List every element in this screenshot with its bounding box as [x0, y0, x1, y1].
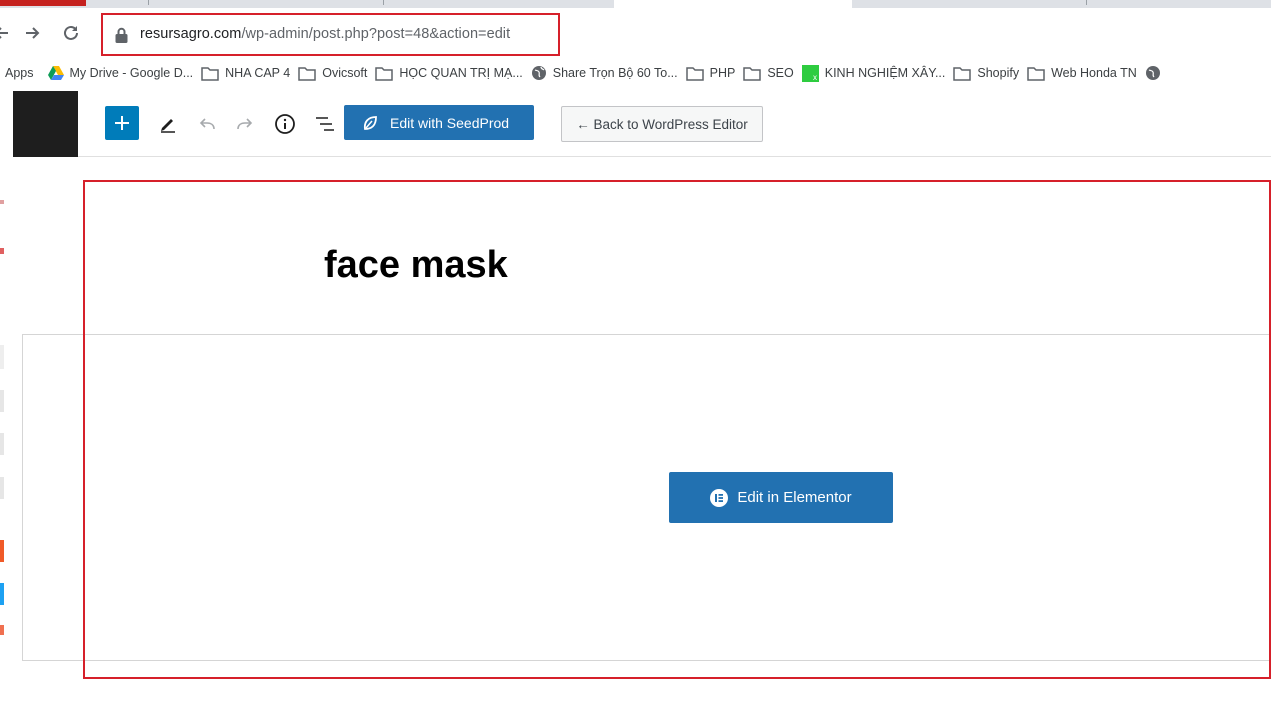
edge-fragment — [0, 477, 4, 499]
edge-fragment — [0, 390, 4, 412]
edge-fragment — [0, 625, 4, 635]
plus-icon — [115, 116, 129, 130]
bookmarks-bar: Apps My Drive - Google D... NHA CAP 4 Ov… — [0, 60, 1271, 86]
elementor-placeholder-panel — [22, 334, 1271, 661]
back-arrow-icon[interactable] — [0, 20, 14, 46]
redo-icon — [237, 118, 253, 130]
list-view-button[interactable] — [313, 112, 337, 136]
undo-icon — [199, 118, 215, 130]
folder-icon — [1027, 66, 1045, 81]
details-button[interactable] — [273, 112, 297, 136]
bookmark-label: Web Honda TN — [1051, 66, 1137, 80]
pencil-icon — [161, 119, 175, 133]
green-square-icon: x — [801, 64, 819, 82]
globe-icon — [1145, 66, 1160, 80]
back-label: ← Back to WordPress Editor — [576, 116, 748, 132]
globe-icon — [531, 66, 546, 80]
elementor-label: Edit in Elementor — [737, 489, 852, 506]
bookmark-share-tron-bo[interactable]: Share Trọn Bộ 60 To... — [531, 60, 678, 86]
bookmark-label: Share Trọn Bộ 60 To... — [552, 66, 678, 80]
info-icon — [275, 114, 295, 134]
folder-icon — [375, 66, 394, 81]
seedprod-label: Edit with SeedProd — [390, 114, 510, 131]
bookmark-label: Apps — [5, 66, 34, 80]
address-bar[interactable]: resursagro.com/wp-admin/post.php?post=48… — [101, 13, 560, 56]
bookmark-kinh-nghiem[interactable]: x KINH NGHIỆM XÂY... — [801, 60, 946, 86]
svg-text:x: x — [813, 73, 817, 82]
google-drive-icon — [47, 66, 64, 80]
redo-button[interactable] — [233, 112, 257, 136]
tab-partial[interactable] — [0, 0, 86, 6]
bookmark-overflow[interactable] — [1145, 60, 1167, 86]
edge-fragment — [0, 433, 4, 455]
edge-fragment — [0, 248, 4, 254]
edit-tools-button[interactable] — [156, 112, 180, 136]
bookmark-label: SEO — [767, 66, 794, 80]
tab-strip — [0, 0, 1271, 8]
add-block-button[interactable] — [105, 106, 139, 140]
bookmark-ovicsoft[interactable]: Ovicsoft — [298, 60, 367, 86]
edge-fragment — [0, 583, 4, 605]
bookmark-hoc-quan-tri[interactable]: HỌC QUAN TRỊ MẠ... — [375, 60, 523, 86]
bookmark-label: Shopify — [977, 66, 1020, 80]
bookmark-label: NHA CAP 4 — [225, 66, 291, 80]
bookmark-php[interactable]: PHP — [685, 60, 736, 86]
seedprod-leaf-icon — [363, 115, 377, 130]
tab-separator — [1086, 0, 1087, 5]
edit-in-elementor-button[interactable]: Edit in Elementor — [669, 472, 893, 523]
bookmark-label: My Drive - Google D... — [69, 66, 194, 80]
bookmark-nha-cap-4[interactable]: NHA CAP 4 — [201, 60, 290, 86]
bookmark-label: KINH NGHIỆM XÂY... — [824, 66, 946, 80]
tab-separator — [148, 0, 149, 5]
browser-toolbar: resursagro.com/wp-admin/post.php?post=48… — [0, 8, 1271, 56]
edit-with-seedprod-button[interactable]: Edit with SeedProd — [344, 105, 534, 140]
post-title[interactable]: face mask — [324, 244, 508, 287]
tab-active[interactable] — [614, 0, 852, 8]
list-view-icon — [316, 117, 334, 131]
edge-fragment — [0, 540, 4, 562]
tab-separator — [383, 0, 384, 5]
folder-icon — [201, 66, 219, 81]
elementor-icon — [710, 488, 729, 507]
url-text: resursagro.com/wp-admin/post.php?post=48… — [140, 26, 511, 42]
forward-arrow-icon[interactable] — [20, 20, 46, 46]
folder-icon — [743, 66, 762, 81]
bookmark-seo[interactable]: SEO — [743, 60, 794, 86]
reload-icon[interactable] — [58, 20, 84, 46]
bookmark-apps[interactable]: Apps — [5, 60, 34, 86]
edge-fragment — [0, 200, 4, 204]
bookmark-shopify[interactable]: Shopify — [953, 60, 1019, 86]
wp-logo-area[interactable] — [13, 91, 78, 157]
bookmark-label: Ovicsoft — [322, 66, 368, 80]
folder-icon — [953, 66, 972, 81]
folder-icon — [685, 66, 704, 81]
bookmark-label: HỌC QUAN TRỊ MẠ... — [399, 66, 523, 80]
bookmark-my-drive[interactable]: My Drive - Google D... — [47, 60, 194, 86]
lock-icon[interactable] — [115, 27, 128, 48]
bookmark-web-honda[interactable]: Web Honda TN — [1027, 60, 1137, 86]
undo-button[interactable] — [195, 112, 219, 136]
edge-fragment — [0, 345, 4, 369]
back-to-wordpress-editor-button[interactable]: ← Back to WordPress Editor — [561, 106, 763, 142]
folder-icon — [298, 66, 316, 81]
bookmark-label: PHP — [709, 66, 736, 80]
